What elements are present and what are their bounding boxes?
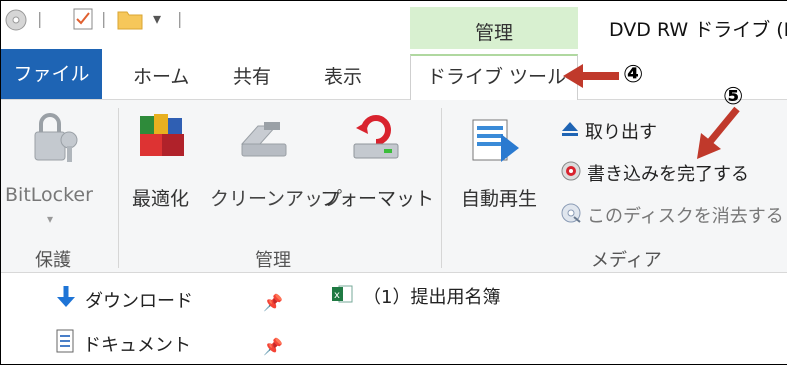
nav-item-label: ドキュメント — [83, 334, 191, 356]
qa-separator: | — [101, 9, 107, 28]
pin-icon[interactable]: 📌 — [263, 337, 283, 356]
svg-text:x: x — [334, 290, 340, 301]
ribbon-body: BitLocker ▾ 保護 最適化 クリーンアップ フォーマット 管理 自動再… — [1, 100, 787, 273]
file-name: （1）提出用名簿 — [363, 287, 501, 308]
optimize-icon — [136, 108, 192, 168]
tab-share[interactable]: 共有 — [233, 62, 271, 89]
bitlocker-button[interactable]: BitLocker — [5, 184, 93, 206]
qa-separator: | — [177, 9, 183, 28]
finish-burning-button[interactable]: 書き込みを完了する — [561, 160, 749, 186]
qa-separator: | — [37, 9, 43, 28]
tab-home[interactable]: ホーム — [133, 62, 189, 89]
new-folder-icon[interactable] — [117, 8, 143, 34]
group-divider — [441, 108, 442, 268]
ribbon-tabs — [1, 49, 787, 100]
excel-file-icon: x — [331, 284, 353, 309]
group-divider — [118, 108, 119, 268]
nav-item-downloads[interactable]: ダウンロード — [55, 285, 193, 314]
group-label-media: メディア — [591, 250, 662, 271]
annotation-arrow-4 — [563, 64, 619, 88]
window-title: DVD RW ドライブ (D — [609, 19, 787, 41]
properties-icon[interactable] — [73, 8, 93, 34]
autoplay-icon — [471, 118, 523, 170]
manage-tab-label: 管理 — [474, 22, 513, 44]
file-list-item[interactable]: x （1）提出用名簿 — [331, 283, 500, 309]
eject-label: 取り出す — [585, 122, 657, 143]
finish-burning-label: 書き込みを完了する — [587, 164, 749, 185]
format-icon — [348, 110, 404, 170]
group-label-manage: 管理 — [255, 250, 291, 271]
format-button[interactable]: フォーマット — [320, 184, 434, 211]
explorer-window: | | ▾ | 管理 DVD RW ドライブ (D ファイル ホーム 共有 表示… — [0, 0, 787, 365]
qa-customize-icon[interactable]: ▾ — [153, 9, 161, 28]
disc-icon[interactable] — [5, 9, 27, 35]
download-arrow-icon — [55, 285, 77, 314]
tab-view[interactable]: 表示 — [324, 62, 362, 89]
pin-icon[interactable]: 📌 — [263, 293, 283, 312]
tab-drive-tools[interactable]: ドライブ ツール — [410, 54, 578, 101]
bitlocker-icon — [29, 110, 85, 170]
nav-item-documents[interactable]: ドキュメント — [55, 329, 191, 358]
autoplay-button[interactable]: 自動再生 — [461, 184, 537, 211]
contextual-tab-manage: 管理 — [410, 7, 578, 49]
nav-item-label: ダウンロード — [85, 290, 193, 312]
cleanup-icon — [236, 114, 292, 168]
erase-disc-label: このディスクを消去する — [587, 206, 784, 227]
eject-icon — [561, 121, 579, 142]
group-label-protect: 保護 — [35, 250, 71, 271]
title-bar: | | ▾ | 管理 DVD RW ドライブ (D — [1, 1, 787, 49]
tab-file[interactable]: ファイル — [1, 49, 102, 99]
bitlocker-dropdown-icon[interactable]: ▾ — [47, 212, 53, 226]
eject-button[interactable]: 取り出す — [561, 118, 657, 144]
document-icon — [55, 329, 75, 358]
erase-disc-icon — [561, 203, 581, 228]
annotation-arrow-5 — [697, 106, 740, 159]
finish-burning-icon — [561, 161, 581, 186]
erase-disc-button[interactable]: このディスクを消去する — [561, 202, 784, 228]
optimize-button[interactable]: 最適化 — [132, 184, 189, 211]
annotation-number-4: ④ — [623, 60, 644, 88]
